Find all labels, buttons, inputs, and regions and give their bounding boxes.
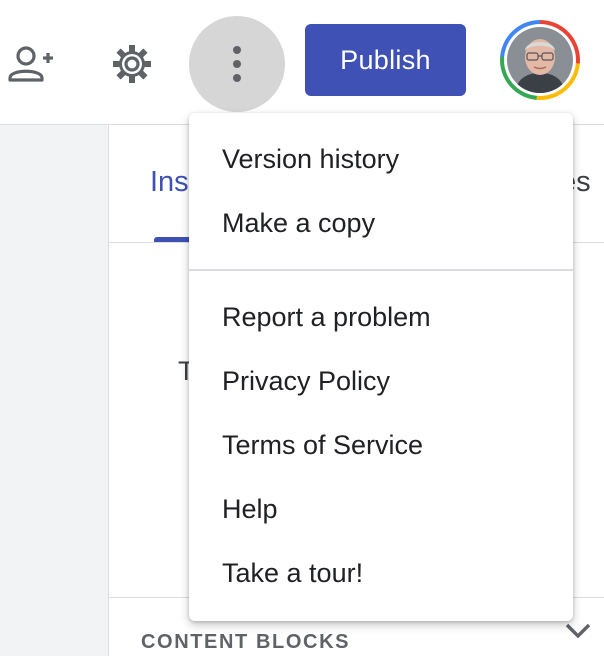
publish-button[interactable]: Publish [305,24,466,96]
settings-button[interactable] [108,40,156,88]
chevron-down-icon [565,623,591,639]
more-vert-icon [233,46,241,82]
account-avatar-button[interactable] [500,20,580,100]
person-add-icon [8,46,53,82]
menu-item-terms-of-service[interactable]: Terms of Service [189,413,573,477]
content-blocks-toggle[interactable] [560,622,596,656]
top-toolbar: Publish [0,0,604,125]
menu-item-privacy-policy[interactable]: Privacy Policy [189,349,573,413]
menu-item-report-a-problem[interactable]: Report a problem [189,285,573,349]
menu-divider [189,269,573,271]
tab-insert[interactable]: Ins [150,166,189,199]
menu-item-take-a-tour[interactable]: Take a tour! [189,541,573,605]
menu-item-version-history[interactable]: Version history [189,127,573,191]
sites-editor-window: Publish Ins es T CONTENT BLOCKS Version … [0,0,604,656]
menu-item-make-a-copy[interactable]: Make a copy [189,191,573,255]
more-options-menu: Version history Make a copy Report a pro… [189,113,573,621]
more-options-button[interactable] [189,16,285,112]
menu-item-help[interactable]: Help [189,477,573,541]
account-avatar-icon [507,27,573,93]
page-canvas-area [0,125,108,656]
content-blocks-heading: CONTENT BLOCKS [141,631,351,653]
avatar [507,27,573,93]
gear-icon [113,45,151,83]
share-button[interactable] [4,40,56,88]
